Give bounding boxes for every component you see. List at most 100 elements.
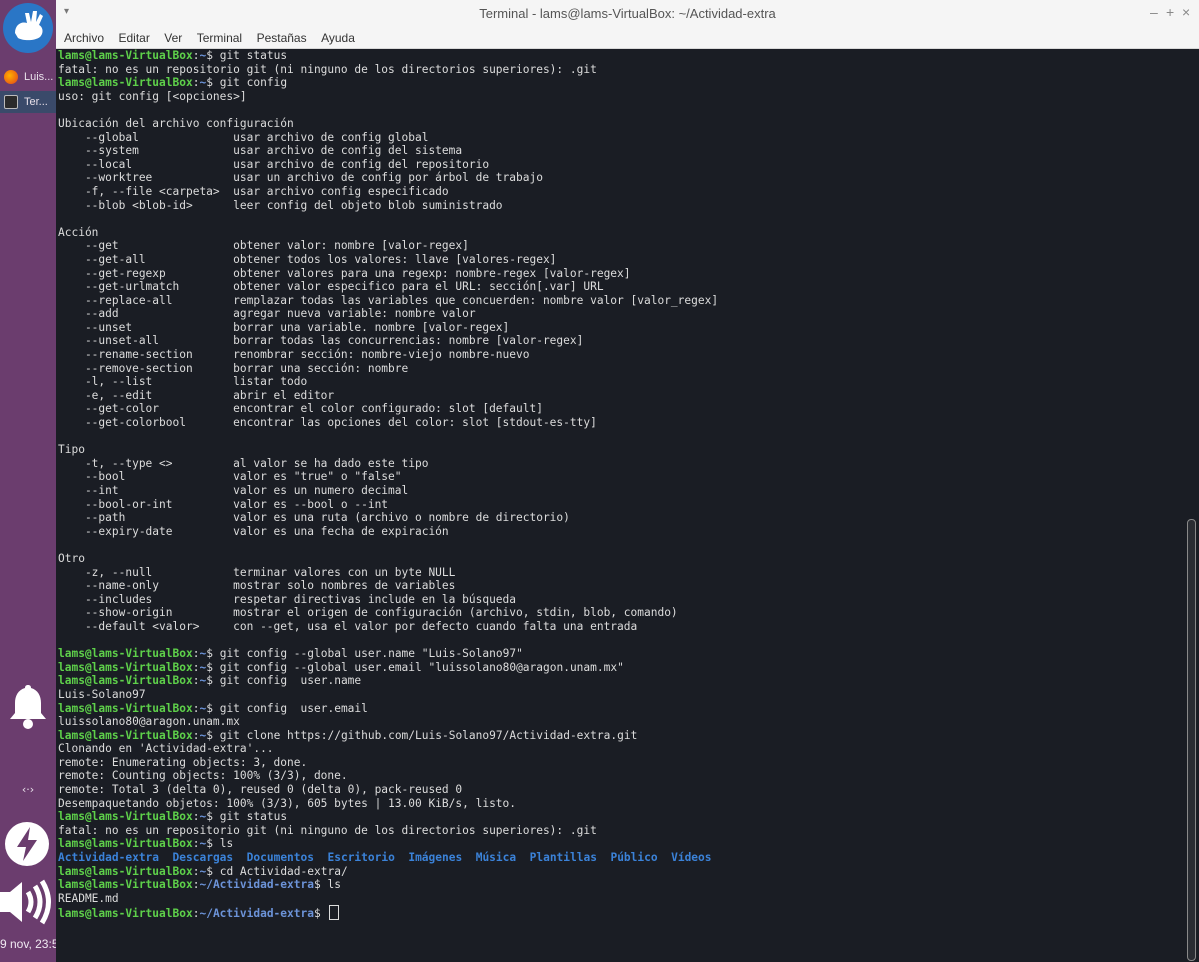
- terminal-window: ▾ Terminal - lams@lams-VirtualBox: ~/Act…: [56, 0, 1199, 962]
- terminal-output-line: --add agregar nueva variable: nombre val…: [58, 307, 476, 321]
- terminal-output-line: --get-urlmatch obtener valor especifico …: [58, 280, 604, 294]
- close-button[interactable]: ×: [1182, 4, 1190, 20]
- prompt-symbol: $: [206, 674, 220, 688]
- prompt-user: lams@lams-VirtualBox: [58, 647, 193, 661]
- terminal-cursor: [329, 905, 340, 921]
- volume-icon[interactable]: [0, 877, 56, 932]
- directory-entry: Actividad-extra: [58, 851, 160, 865]
- terminal-output-line: --worktree usar un archivo de config por…: [58, 171, 543, 185]
- menu-archivo[interactable]: Archivo: [64, 28, 104, 48]
- terminal-output-line: --default <valor> con --get, usa el valo…: [58, 619, 638, 633]
- minimize-button[interactable]: –: [1150, 4, 1158, 20]
- taskbar-item-firefox[interactable]: Luis...: [0, 66, 56, 88]
- terminal-output-line: -e, --edit abrir el editor: [58, 388, 335, 402]
- terminal-output-line: --show-origin mostrar el origen de confi…: [58, 606, 678, 620]
- prompt-symbol: $: [206, 49, 220, 62]
- terminal-output-line: --bool valor es "true" o "false": [58, 470, 402, 484]
- prompt-user: lams@lams-VirtualBox: [58, 660, 193, 674]
- terminal-prompt-line: lams@lams-VirtualBox:~$ git clone https:…: [58, 729, 1180, 743]
- terminal-output-line: --get-all obtener todos los valores: lla…: [58, 252, 557, 266]
- xfce-logo-icon[interactable]: [3, 3, 53, 53]
- terminal-output-line: --name-only mostrar solo nombres de vari…: [58, 579, 456, 593]
- command-text: git clone https://github.com/Luis-Solano…: [219, 728, 638, 742]
- prompt-path: ~/Actividad-extra: [199, 878, 314, 892]
- terminal-output-line: --blob <blob-id> leer config del objeto …: [58, 198, 503, 212]
- prompt-user: lams@lams-VirtualBox: [58, 864, 193, 878]
- power-icon[interactable]: [4, 821, 50, 872]
- prompt-symbol: $: [206, 864, 220, 878]
- notification-bell-icon[interactable]: [7, 683, 49, 734]
- window-titlebar[interactable]: ▾ Terminal - lams@lams-VirtualBox: ~/Act…: [56, 0, 1199, 29]
- prompt-symbol: $: [206, 76, 220, 90]
- menu-terminal[interactable]: Terminal: [197, 28, 242, 48]
- terminal-prompt-line: lams@lams-VirtualBox:~/Actividad-extra$: [58, 905, 1180, 921]
- network-indicator-icon[interactable]: ‹·›: [0, 783, 56, 796]
- directory-entry: Plantillas: [529, 851, 597, 865]
- terminal-output-line: Acción: [58, 225, 99, 239]
- terminal-output-line: Desempaquetando objetos: 100% (3/3), 605…: [58, 796, 517, 810]
- terminal-output-line: -f, --file <carpeta> usar archivo config…: [58, 184, 449, 198]
- prompt-symbol: $: [206, 837, 220, 851]
- prompt-user: lams@lams-VirtualBox: [58, 674, 193, 688]
- prompt-user: lams@lams-VirtualBox: [58, 728, 193, 742]
- terminal-output-line: --get-regexp obtener valores para una re…: [58, 266, 631, 280]
- scrollbar-thumb[interactable]: [1187, 519, 1196, 961]
- firefox-icon: [4, 70, 18, 84]
- terminal-output-line: fatal: no es un repositorio git (ni ning…: [58, 62, 597, 76]
- terminal-prompt-line: lams@lams-VirtualBox:~$ git config --glo…: [58, 661, 1180, 675]
- terminal-output-line: -t, --type <> al valor se ha dado este t…: [58, 456, 429, 470]
- terminal-output-line: Luis-Solano97: [58, 687, 146, 701]
- prompt-symbol: $: [206, 647, 220, 661]
- directory-entry: Público: [610, 851, 658, 865]
- command-text: git config user.name: [219, 674, 362, 688]
- terminal-prompt-line: lams@lams-VirtualBox:~$ git status: [58, 49, 1180, 63]
- command-text: git config --global user.email "luissola…: [219, 660, 624, 674]
- terminal-output-line: remote: Total 3 (delta 0), reused 0 (del…: [58, 783, 463, 797]
- prompt-symbol: $: [206, 810, 220, 824]
- menu-editar[interactable]: Editar: [118, 28, 149, 48]
- terminal-output-line: luissolano80@aragon.unam.mx: [58, 715, 240, 729]
- terminal-output-line: --unset-all borrar todas las concurrenci…: [58, 334, 584, 348]
- maximize-button[interactable]: +: [1166, 4, 1174, 20]
- terminal-scrollbar[interactable]: [1184, 49, 1198, 962]
- command-text: git config: [219, 76, 288, 90]
- command-text: ls: [219, 837, 234, 851]
- terminal-output-line: --unset borrar una variable. nombre [val…: [58, 320, 510, 334]
- command-text: git config --global user.name "Luis-Sola…: [219, 647, 523, 661]
- taskbar-item-label: Luis...: [24, 71, 54, 83]
- command-text: cd Actividad-extra/: [219, 864, 348, 878]
- terminal-output-line: README.md: [58, 891, 119, 905]
- terminal-output-line: Otro: [58, 551, 85, 565]
- prompt-user: lams@lams-VirtualBox: [58, 837, 193, 851]
- terminal-prompt-line: lams@lams-VirtualBox:~$ ls: [58, 837, 1180, 851]
- menu-ayuda[interactable]: Ayuda: [321, 28, 355, 48]
- terminal-prompt-line: lams@lams-VirtualBox:~$ git config user.…: [58, 674, 1180, 688]
- terminal-output-line: Ubicación del archivo configuración: [58, 116, 294, 130]
- terminal-output-line: --get obtener valor: nombre [valor-regex…: [58, 239, 469, 253]
- prompt-symbol: $: [313, 907, 328, 921]
- terminal-output[interactable]: lams@lams-VirtualBox:~$ git status fatal:…: [58, 49, 1180, 960]
- directory-entry: Descargas: [172, 851, 234, 865]
- taskbar-item-terminal[interactable]: Ter...: [0, 91, 56, 113]
- terminal-output-line: --int valor es un numero decimal: [58, 484, 409, 497]
- command-text: git status: [219, 810, 288, 824]
- prompt-symbol: $: [313, 878, 328, 892]
- prompt-user: lams@lams-VirtualBox: [58, 810, 193, 824]
- terminal-prompt-line: lams@lams-VirtualBox:~$ git config: [58, 76, 1180, 90]
- prompt-user: lams@lams-VirtualBox: [58, 701, 193, 715]
- panel-clock[interactable]: 9 nov, 23:5: [0, 937, 62, 951]
- prompt-user: lams@lams-VirtualBox: [58, 49, 193, 62]
- terminal-output-line: --system usar archivo de config del sist…: [58, 144, 463, 158]
- directory-entry: Música: [475, 851, 517, 865]
- menu-pestanas[interactable]: Pestañas: [257, 28, 307, 48]
- terminal-output-line: Clonando en 'Actividad-extra'...: [58, 742, 274, 756]
- terminal-prompt-line: lams@lams-VirtualBox:~/Actividad-extra$ …: [58, 878, 1180, 892]
- directory-entry: Escritorio: [327, 851, 395, 865]
- menu-ver[interactable]: Ver: [164, 28, 182, 48]
- prompt-symbol: $: [206, 701, 220, 715]
- terminal-output-line: --rename-section renombrar sección: nomb…: [58, 348, 530, 362]
- prompt-user: lams@lams-VirtualBox: [58, 878, 193, 892]
